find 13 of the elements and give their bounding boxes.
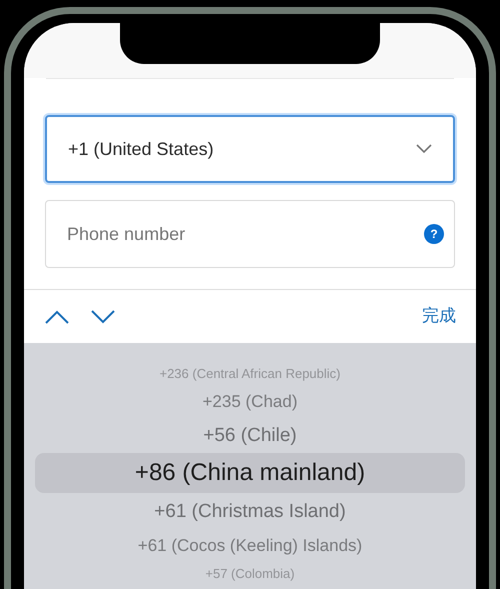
picker-option[interactable]: +56 (Chile) (203, 426, 297, 444)
done-button[interactable]: 完成 (422, 304, 456, 330)
help-icon[interactable]: ? (424, 224, 444, 244)
country-select[interactable]: +1 (United States) (45, 115, 455, 183)
picker-option[interactable]: +235 (Chad) (202, 392, 298, 410)
picker-option[interactable]: +86 (China mainland) (134, 461, 366, 485)
chevron-up-icon (45, 310, 69, 324)
picker-option[interactable]: +61 (Christmas Island) (154, 502, 346, 520)
phone-number-field[interactable]: Phone number ? (45, 200, 455, 268)
picker-wheel[interactable]: +236 (Central African Republic) +235 (Chad) +56 (Chile) +86 (China mainland) +61 (Christmas Island) +61 (Cocos (Keeling) Islands) +57 (Colombia) (24, 343, 476, 589)
chevron-down-icon (91, 310, 115, 324)
chevron-down-icon (416, 144, 432, 154)
picker-option[interactable]: +61 (Cocos (Keeling) Islands) (138, 536, 362, 554)
